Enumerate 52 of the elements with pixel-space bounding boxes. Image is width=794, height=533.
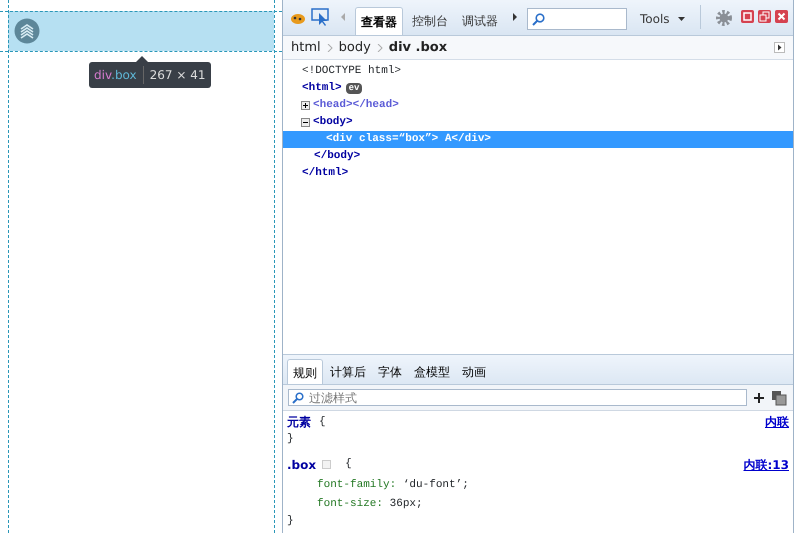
breadcrumb-item[interactable]: html — [291, 38, 321, 58]
caret-icon — [678, 17, 685, 21]
devtools-tab[interactable]: 调试器 — [457, 7, 503, 35]
open-brace: { — [319, 414, 326, 430]
panel-tab[interactable]: 规则 — [287, 359, 323, 384]
logo-icon — [14, 18, 40, 44]
source-link[interactable]: 内联:13 — [744, 456, 789, 474]
search-field[interactable] — [527, 8, 627, 30]
css-selector: .box — [287, 456, 316, 474]
settings-icon[interactable] — [714, 9, 733, 27]
css-selector: 元素 — [287, 414, 311, 431]
chevron-icon — [376, 44, 383, 52]
devtools-tab[interactable]: 控制台 — [407, 7, 453, 35]
scroll-right-icon[interactable] — [774, 42, 785, 53]
minus-icon — [302, 119, 309, 126]
html-tag[interactable]: </body> — [314, 148, 360, 165]
expand-toggle[interactable] — [301, 101, 310, 110]
breadcrumb-item[interactable]: body — [338, 38, 371, 58]
chevron-icon — [326, 44, 333, 52]
panel-tab[interactable]: 计算后 — [325, 359, 371, 384]
tools-menu[interactable]: Tools — [635, 5, 690, 33]
pointer-icon[interactable] — [311, 8, 331, 26]
minimize-icon[interactable] — [740, 10, 754, 23]
copy-icon[interactable] — [771, 390, 787, 406]
close-brace: } — [287, 514, 295, 528]
open-brace: { — [345, 457, 352, 472]
close-brace: } — [287, 432, 295, 447]
filter-field[interactable]: 过滤样式 — [288, 389, 747, 406]
html-tag[interactable]: <head></head> — [313, 97, 793, 114]
html-tag[interactable]: </html> — [302, 165, 348, 182]
html-tag[interactable]: <html> — [302, 80, 342, 97]
css-declaration: font-size: 36px; — [316, 497, 424, 512]
restore-icon[interactable] — [758, 10, 771, 23]
panel-tab[interactable]: 盒模型 — [409, 359, 455, 384]
element-size: 267 × 41 — [142, 66, 206, 84]
close-icon[interactable] — [774, 10, 788, 23]
panel-tab[interactable]: 字体 — [373, 359, 407, 384]
css-declaration: font-family: ‘du-font’; — [316, 478, 470, 492]
expand-toggle[interactable] — [301, 118, 310, 127]
source-link[interactable]: 内联 — [765, 413, 789, 431]
element-selector: div.box — [94, 67, 137, 84]
search-icon — [532, 12, 545, 26]
scroll-right-icon[interactable] — [511, 12, 519, 22]
breadcrumb-item[interactable]: div .box — [388, 38, 448, 58]
add-icon[interactable] — [753, 392, 765, 404]
doctype: <!DOCTYPE html> — [302, 64, 402, 79]
checkbox-icon[interactable] — [322, 460, 332, 469]
event-badge[interactable]: ev — [346, 83, 362, 94]
plus-icon — [302, 102, 309, 109]
panel-tab[interactable]: 动画 — [457, 359, 491, 384]
html-tag[interactable]: <body> — [313, 114, 353, 131]
devtools-tab[interactable]: 查看器 — [355, 7, 403, 35]
